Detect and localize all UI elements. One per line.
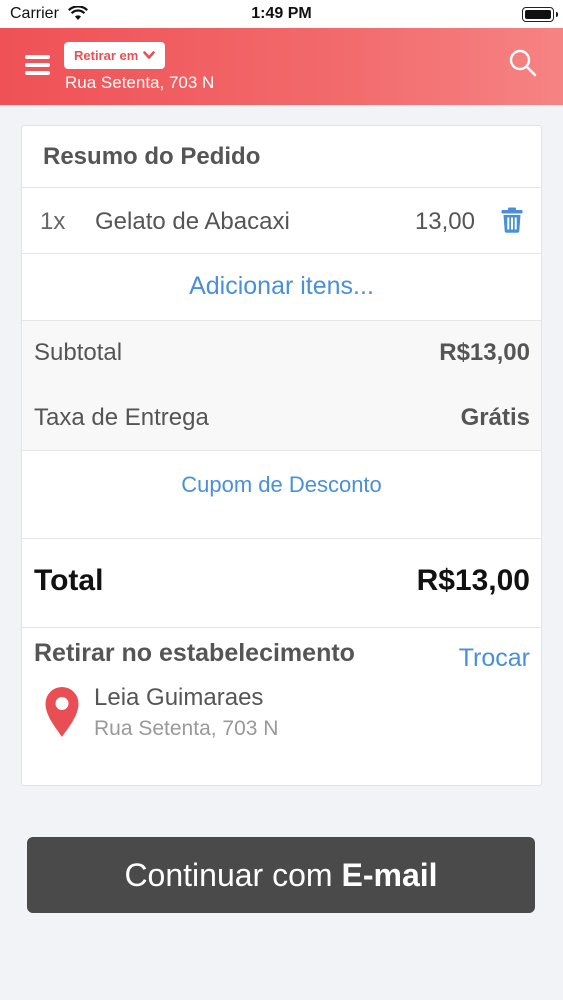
trash-icon[interactable] [501,207,523,233]
divider [22,450,541,451]
header-address: Rua Setenta, 703 N [65,73,215,92]
menu-icon[interactable] [25,55,50,77]
divider [22,320,541,321]
item-price: 13,00 [414,208,475,235]
subtotal-label: Subtotal [34,339,123,366]
change-store-link[interactable]: Trocar [459,644,530,673]
continue-button-label: Continuar com [124,856,333,893]
search-icon[interactable] [508,48,538,78]
order-mode-selector[interactable]: Retirar em [64,42,166,69]
total-label: Total [34,564,104,597]
item-name: Gelato de Abacaxi [95,208,290,235]
delivery-fee-value: Grátis [460,404,530,431]
discount-coupon-link[interactable]: Cupom de Desconto [22,472,541,498]
store-address: Rua Setenta, 703 N [94,717,279,740]
total-value: R$13,00 [416,564,530,597]
chevron-down-icon [143,51,156,59]
status-time: 1:49 PM [251,5,312,22]
app-header: Retirar em Rua Setenta, 703 N [0,28,563,105]
continue-with-email-button[interactable]: Continuar com E-mail [27,837,535,913]
divider [22,538,541,539]
item-quantity: 1x [40,208,66,235]
pickup-title: Retirar no estabelecimento [34,639,355,667]
add-items-link[interactable]: Adicionar itens... [22,272,541,301]
order-summary-title: Resumo do Pedido [43,143,261,170]
order-mode-label: Retirar em [74,48,139,63]
delivery-fee-label: Taxa de Entrega [34,404,209,431]
order-item-row[interactable]: 1x Gelato de Abacaxi 13,00 [22,188,541,254]
order-summary-card: Resumo do Pedido 1x Gelato de Abacaxi 13… [21,125,542,786]
subtotal-value: R$13,00 [439,339,530,366]
location-pin-icon [45,687,79,737]
divider [22,627,541,628]
continue-button-method: E-mail [341,856,438,893]
store-name: Leia Guimaraes [94,684,264,711]
battery-icon [522,7,558,22]
status-bar: Carrier 1:49 PM [0,0,563,28]
price-summary: Subtotal R$13,00 Taxa de Entrega Grátis [22,321,541,451]
divider [22,253,541,254]
